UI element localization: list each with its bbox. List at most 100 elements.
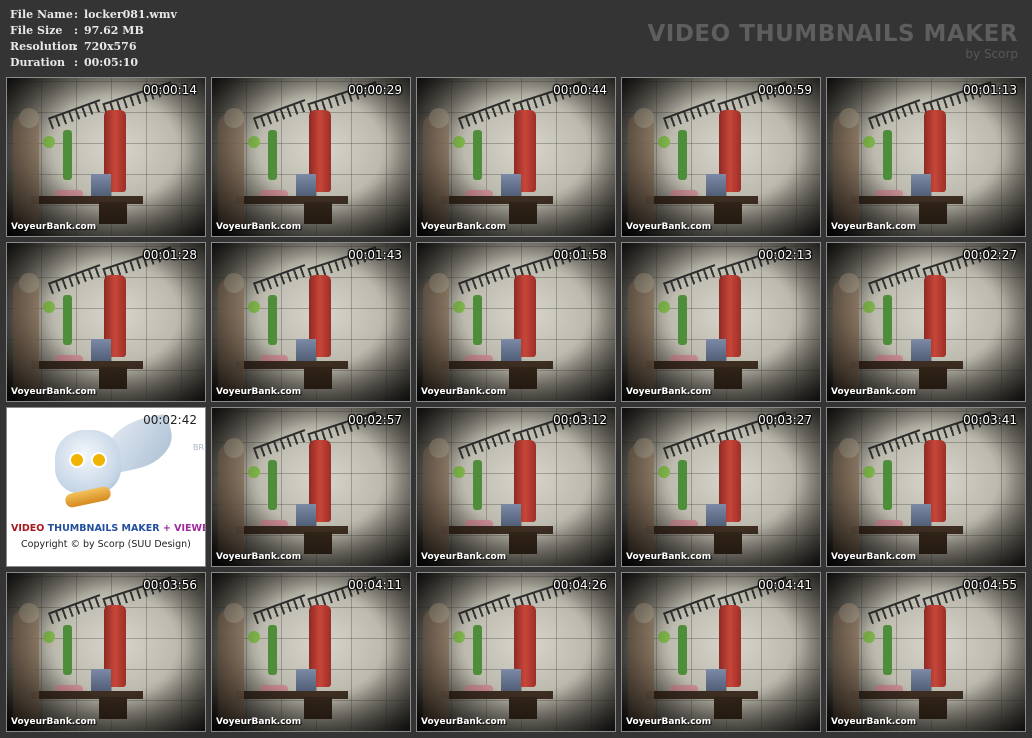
- thumbnail-timestamp: 00:04:41: [758, 578, 812, 592]
- thumbnail-frame[interactable]: 00:03:27 VoyeurBank.com: [621, 407, 821, 567]
- watermark-text: VoyeurBank.com: [421, 552, 507, 562]
- watermark-text: VoyeurBank.com: [11, 222, 97, 232]
- thumbnail-timestamp: 00:03:56: [143, 578, 197, 592]
- thumbnail-frame[interactable]: 00:03:41 VoyeurBank.com: [826, 407, 1026, 567]
- watermark-text: VoyeurBank.com: [421, 717, 507, 727]
- brand-title: VIDEO THUMBNAILS MAKER: [647, 21, 1018, 47]
- thumbnail-timestamp: 00:02:42: [143, 413, 197, 427]
- thumbnail-timestamp: 00:00:29: [348, 83, 402, 97]
- thumbnail-frame[interactable]: 00:04:41 VoyeurBank.com: [621, 572, 821, 732]
- logo-title: VIDEO THUMBNAILS MAKER + VIEWER: [11, 523, 205, 534]
- thumbnail-frame[interactable]: 00:00:44 VoyeurBank.com: [416, 77, 616, 237]
- vignette: [212, 243, 410, 401]
- vignette: [827, 573, 1025, 731]
- info-row-file-size: File Size : 97.62 MB: [10, 23, 177, 39]
- thumbnail-frame[interactable]: 00:04:11 VoyeurBank.com: [211, 572, 411, 732]
- brand-subtitle: by Scorp: [965, 47, 1018, 61]
- thumbnail-timestamp: 00:03:12: [553, 413, 607, 427]
- thumbnail-timestamp: 00:02:13: [758, 248, 812, 262]
- thumbnail-frame[interactable]: 00:04:26 VoyeurBank.com: [416, 572, 616, 732]
- thumbnail-frame[interactable]: 00:01:28 VoyeurBank.com: [6, 242, 206, 402]
- thumbnail-frame[interactable]: 00:00:59 VoyeurBank.com: [621, 77, 821, 237]
- thumbnail-frame[interactable]: 00:01:13 VoyeurBank.com: [826, 77, 1026, 237]
- thumbnail-timestamp: 00:02:27: [963, 248, 1017, 262]
- thumbnail-timestamp: 00:01:28: [143, 248, 197, 262]
- thumbnail-frame[interactable]: 00:00:14 VoyeurBank.com: [6, 77, 206, 237]
- vignette: [212, 408, 410, 566]
- owl-icon: [55, 430, 121, 494]
- file-info: File Name : locker081.wmv File Size : 97…: [10, 7, 177, 71]
- vignette: [417, 243, 615, 401]
- info-separator: :: [74, 24, 79, 37]
- vignette: [827, 243, 1025, 401]
- watermark-text: VoyeurBank.com: [831, 717, 917, 727]
- thumbnail-frame[interactable]: 00:00:29 VoyeurBank.com: [211, 77, 411, 237]
- vignette: [622, 408, 820, 566]
- watermark-text: VoyeurBank.com: [11, 387, 97, 397]
- vignette: [622, 78, 820, 236]
- thumbnail-logo-frame[interactable]: BR VIDEO THUMBNAILS MAKER + VIEWER Copyr…: [6, 407, 206, 567]
- vignette: [827, 408, 1025, 566]
- thumbnail-timestamp: 00:00:59: [758, 83, 812, 97]
- vignette: [7, 573, 205, 731]
- watermark-text: VoyeurBank.com: [626, 222, 712, 232]
- thumbnail-timestamp: 00:04:11: [348, 578, 402, 592]
- thumbnail-frame[interactable]: 00:02:27 VoyeurBank.com: [826, 242, 1026, 402]
- logo-copyright: Copyright © by Scorp (SUU Design): [21, 539, 191, 550]
- info-value: locker081.wmv: [84, 8, 177, 21]
- thumbnail-timestamp: 00:01:43: [348, 248, 402, 262]
- thumbnail-frame[interactable]: 00:01:43 VoyeurBank.com: [211, 242, 411, 402]
- info-value: 720x576: [84, 40, 137, 53]
- info-key: File Name: [10, 8, 73, 21]
- watermark-text: VoyeurBank.com: [626, 387, 712, 397]
- watermark-text: VoyeurBank.com: [11, 717, 97, 727]
- vignette: [417, 573, 615, 731]
- info-separator: :: [74, 40, 79, 53]
- vignette: [7, 243, 205, 401]
- watermark-text: VoyeurBank.com: [216, 552, 302, 562]
- watermark-text: VoyeurBank.com: [421, 222, 507, 232]
- watermark-text: VoyeurBank.com: [626, 552, 712, 562]
- watermark-text: VoyeurBank.com: [831, 222, 917, 232]
- vignette: [417, 78, 615, 236]
- watermark-text: VoyeurBank.com: [216, 222, 302, 232]
- vignette: [7, 78, 205, 236]
- owl-eye-icon: [91, 452, 107, 468]
- info-row-resolution: Resolution : 720x576: [10, 39, 177, 55]
- owl-eye-icon: [69, 452, 85, 468]
- thumbnail-frame[interactable]: 00:02:57 VoyeurBank.com: [211, 407, 411, 567]
- watermark-text: VoyeurBank.com: [831, 387, 917, 397]
- info-value: 97.62 MB: [84, 24, 144, 37]
- thumbnail-frame[interactable]: 00:01:58 VoyeurBank.com: [416, 242, 616, 402]
- thumbnail-timestamp: 00:02:57: [348, 413, 402, 427]
- thumbnail-frame[interactable]: 00:04:55 VoyeurBank.com: [826, 572, 1026, 732]
- thumbnail-frame[interactable]: 00:03:12 VoyeurBank.com: [416, 407, 616, 567]
- info-separator: :: [74, 56, 79, 69]
- logo-title-part: VIDEO: [11, 523, 48, 534]
- logo-title-part: + VIEWER: [162, 523, 205, 534]
- brand-logo: VIDEO THUMBNAILS MAKER by Scorp: [647, 20, 1018, 60]
- info-separator: :: [74, 8, 79, 21]
- thumbnail-timestamp: 00:03:27: [758, 413, 812, 427]
- watermark-text: VoyeurBank.com: [421, 387, 507, 397]
- thumbnail-timestamp: 00:00:44: [553, 83, 607, 97]
- vignette: [622, 573, 820, 731]
- thumbnail-frame[interactable]: 00:02:13 VoyeurBank.com: [621, 242, 821, 402]
- vignette: [827, 78, 1025, 236]
- watermark-text: VoyeurBank.com: [216, 717, 302, 727]
- thumbnail-timestamp: 00:01:13: [963, 83, 1017, 97]
- thumbnail-timestamp: 00:01:58: [553, 248, 607, 262]
- watermark-text: VoyeurBank.com: [626, 717, 712, 727]
- thumbnail-timestamp: 00:03:41: [963, 413, 1017, 427]
- thumbnail-frame[interactable]: 00:03:56 VoyeurBank.com: [6, 572, 206, 732]
- thumbnail-timestamp: 00:00:14: [143, 83, 197, 97]
- vignette: [212, 78, 410, 236]
- thumbnail-grid: 00:00:14 VoyeurBank.com 00:00:29 VoyeurB…: [6, 77, 1026, 732]
- vignette: [417, 408, 615, 566]
- thumbnail-timestamp: 00:04:55: [963, 578, 1017, 592]
- thumbnail-timestamp: 00:04:26: [553, 578, 607, 592]
- info-key: Resolution: [10, 40, 77, 53]
- info-row-duration: Duration : 00:05:10: [10, 55, 177, 71]
- logo-title-part: THUMBNAILS MAKER: [47, 523, 163, 534]
- info-row-file-name: File Name : locker081.wmv: [10, 7, 177, 23]
